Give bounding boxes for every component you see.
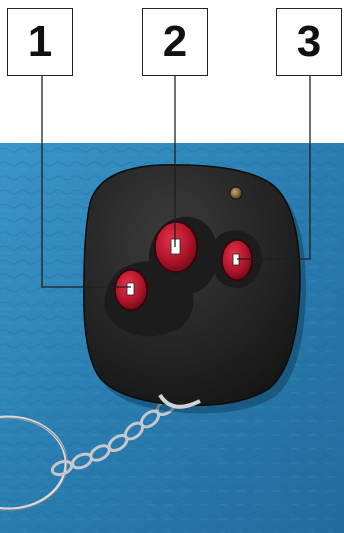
label-2: 2 (142, 8, 208, 76)
label-3-text: 3 (296, 17, 322, 66)
label-2-text: 2 (162, 17, 188, 66)
led-indicator (229, 186, 243, 200)
label-1: 1 (7, 8, 73, 76)
fob-photo (0, 143, 344, 533)
label-3: 3 (276, 8, 342, 76)
label-1-text: 1 (27, 17, 53, 66)
annotated-photo: 1 2 3 (0, 0, 344, 533)
